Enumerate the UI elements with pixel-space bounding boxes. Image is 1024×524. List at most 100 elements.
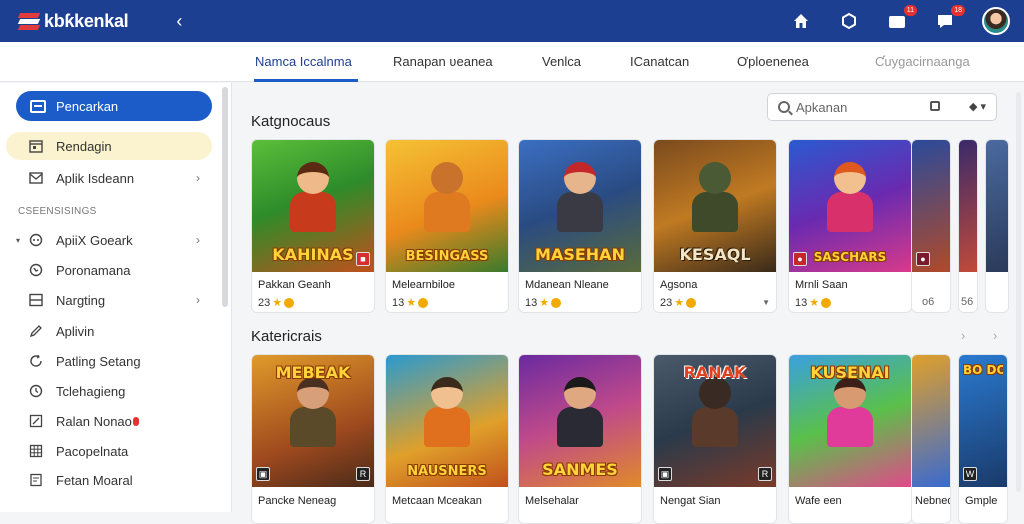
game-card[interactable]: BO DO W Gmple	[958, 354, 1008, 524]
tab-6[interactable]: Ƈuygacirnaanga	[875, 54, 970, 69]
tab-3[interactable]: Venlca	[542, 54, 581, 69]
cover-title: SASCHARS	[813, 250, 887, 264]
carousel-next-icon[interactable]: ›	[961, 328, 965, 343]
game-card[interactable]: BESINGASS Melearnbiloe 13 ★	[385, 139, 509, 313]
game-card[interactable]: KAHINAS ■ Pakkan Geanh 23 ★	[251, 139, 375, 313]
sidebar-item-label: ApiiX Goeark	[56, 232, 133, 248]
game-rating: 13 ★	[392, 296, 429, 309]
settings-icon[interactable]	[838, 10, 860, 32]
main-scrollbar[interactable]	[1016, 92, 1021, 492]
star-icon: ★	[406, 297, 417, 309]
notifications-icon[interactable]: 11	[886, 5, 917, 32]
rating-value: 23	[258, 296, 271, 309]
tab-4[interactable]: ICanatcan	[630, 54, 689, 69]
sidebar-item-label: Ralan Nonao	[56, 413, 132, 429]
app-logo[interactable]: kbƙkenkal	[16, 10, 129, 32]
game-card[interactable]: RANAK ▣ R Nengat Sian	[653, 354, 777, 524]
chevron-right-icon: ›	[196, 171, 200, 185]
game-title: Pancke Neneag	[258, 495, 337, 507]
pen-icon	[28, 323, 44, 339]
sidebar-item-tclehagieng[interactable]: Tclehagieng	[6, 377, 212, 405]
game-title: Nebneds	[915, 495, 950, 507]
tab-1[interactable]: Namca Iccalnma	[255, 54, 352, 69]
sidebar-item-aplik-isdeann[interactable]: Aplik Isdeann ›	[6, 164, 212, 192]
filter-dropdown-icon[interactable]: ◆ ▾	[969, 100, 986, 113]
game-card[interactable]: Nebneds	[911, 354, 951, 524]
mic-icon[interactable]	[930, 101, 940, 111]
character-art	[420, 377, 474, 447]
notifications-badge: 11	[903, 5, 917, 16]
game-title: Wafe een	[795, 495, 842, 507]
game-cover-art	[912, 355, 950, 487]
coin-icon	[686, 297, 697, 308]
sidebar-item-games[interactable]: ▾ ApiiX Goeark ›	[6, 226, 212, 254]
rating-value: 13	[525, 296, 538, 309]
chevron-right-icon: ›	[196, 233, 200, 247]
tab-2[interactable]: Ranapan ʋeanea	[393, 54, 493, 69]
tab-5[interactable]: Ơploenenea	[737, 54, 809, 69]
game-title: Gmple	[965, 495, 998, 507]
logo-text: kbƙkenkal	[44, 10, 129, 31]
sidebar-item-label: Patling Setang	[56, 353, 141, 369]
dropdown-icon[interactable]: ▼	[762, 298, 770, 307]
section-heading-2: Katericrais	[251, 328, 322, 345]
tab-bar: Namca Iccalnma Ranapan ʋeanea Venlca ICa…	[0, 42, 1024, 82]
sidebar-item-rendagin[interactable]: Rendagin	[6, 132, 212, 160]
active-tab-indicator	[254, 79, 358, 82]
user-avatar[interactable]	[982, 7, 1010, 35]
star-icon: ★	[539, 297, 550, 309]
game-title: Pakkan Geanh	[258, 279, 331, 291]
sidebar-item-nargting[interactable]: Nargting ›	[6, 286, 212, 314]
cover-title: KAHINAS	[272, 245, 354, 264]
cover-title: MEBEAK	[275, 363, 351, 382]
window-icon	[30, 99, 46, 113]
character-art	[688, 377, 742, 447]
character-art	[823, 377, 877, 447]
game-card[interactable]	[985, 139, 1009, 313]
game-card[interactable]: KUSENAI Wafe een	[788, 354, 912, 524]
sidebar-item-label: Fetan Moaral	[56, 472, 133, 488]
game-card[interactable]: MASEHAN Mdanean Nleane 13 ★	[518, 139, 642, 313]
search-box[interactable]: Apkanan ◆ ▾	[767, 93, 997, 121]
game-cover-art: KUSENAI	[789, 355, 911, 487]
game-card[interactable]: KESAQL Agsona 23 ★ ▼	[653, 139, 777, 313]
game-cover-art: BO DO W	[959, 355, 1007, 487]
messages-badge: 18	[951, 5, 965, 16]
back-icon[interactable]: ‹	[176, 11, 182, 32]
game-card[interactable]: NAUSNERS Metcaan Mceakan	[385, 354, 509, 524]
sidebar-item-ralan-nonao[interactable]: Ralan Nonao	[6, 407, 212, 435]
home-icon[interactable]	[790, 10, 812, 32]
sidebar-item-poronamana[interactable]: Poronamana	[6, 256, 212, 284]
game-card[interactable]: SANMES Melsehalar	[518, 354, 642, 524]
sidebar-item-pacopelnata[interactable]: Pacopelnata	[6, 437, 212, 465]
main-content: Katgnocaus Apkanan ◆ ▾ KAHINAS ■ Pakkan …	[233, 83, 1024, 524]
search-input[interactable]: Apkanan	[796, 100, 847, 115]
game-card[interactable]: SASCHARS ● Mrnli Saan 13 ★	[788, 139, 912, 313]
sidebar-scrollbar[interactable]	[222, 87, 228, 307]
coin-icon	[418, 297, 429, 308]
game-card[interactable]: MEBEAK ▣ R Pancke Neneag	[251, 354, 375, 524]
coin-icon	[821, 297, 832, 308]
sidebar-item-fetan-moaral[interactable]: Fetan Moaral	[6, 466, 212, 494]
sidebar-item-patling-setang[interactable]: Patling Setang	[6, 347, 212, 375]
sidebar-item-aplivin[interactable]: Aplivin	[6, 317, 212, 345]
game-card[interactable]: ● o6	[911, 139, 951, 313]
primary-action-label: Pencarkan	[56, 98, 119, 114]
game-title: Melearnbiloe	[392, 279, 455, 291]
carousel-more-icon[interactable]: ›	[993, 328, 997, 343]
chevron-right-icon: ›	[196, 293, 200, 307]
cover-title: KUSENAI	[810, 363, 890, 382]
cover-title: SANMES	[542, 460, 618, 479]
character-art	[553, 377, 607, 447]
game-cover-art: KESAQL	[654, 140, 776, 272]
rating-value: 13	[392, 296, 405, 309]
primary-action-button[interactable]: Pencarkan	[16, 91, 212, 121]
section-heading-1: Katgnocaus	[251, 113, 331, 130]
game-title: Melsehalar	[525, 495, 579, 507]
game-card[interactable]: 56	[958, 139, 978, 313]
badge-icon: ●	[793, 252, 807, 266]
refresh-icon	[28, 353, 44, 369]
messages-icon[interactable]: 18	[934, 5, 965, 32]
game-rating: 13 ★	[525, 296, 562, 309]
sidebar-item-label: Tclehagieng	[56, 383, 126, 399]
